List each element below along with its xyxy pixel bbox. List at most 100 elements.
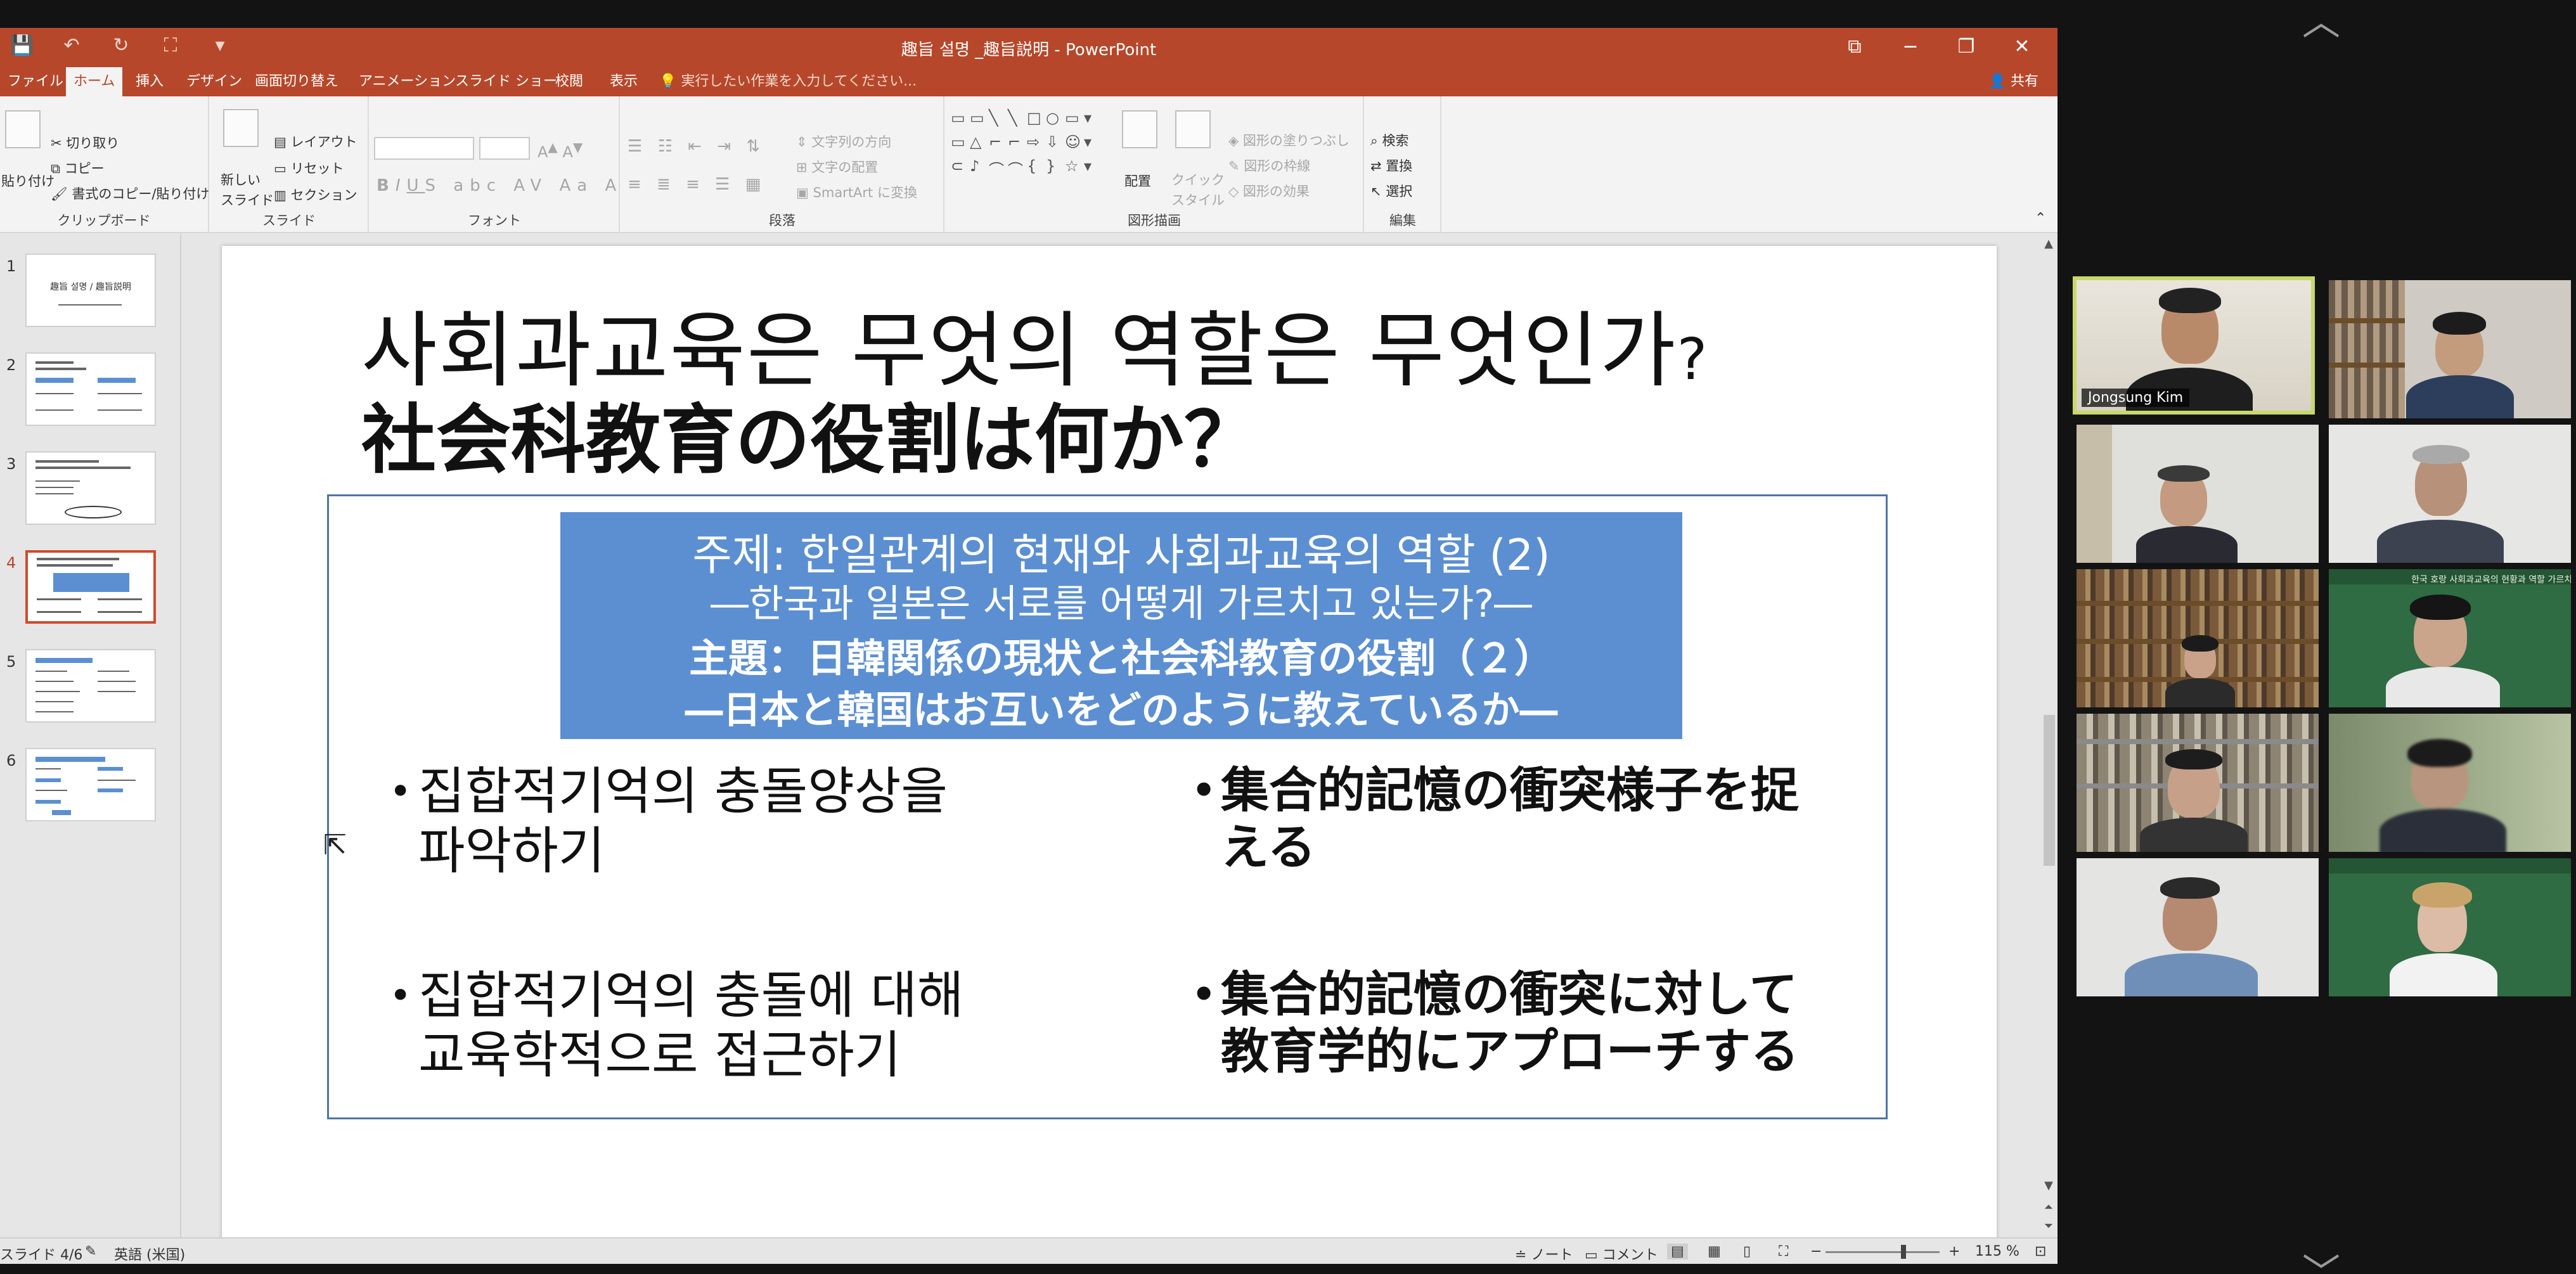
new-slide-icon[interactable] (223, 109, 259, 147)
paste-label[interactable]: 貼り付け (1, 171, 55, 190)
align-text-button[interactable]: ⊞ 文字の配置 (796, 157, 878, 176)
tab-home[interactable]: ホーム (66, 67, 123, 96)
restore-button[interactable]: ❐ (1938, 30, 1994, 63)
text-direction-button[interactable]: ⇕ 文字列の方向 (796, 132, 891, 151)
thumbnail-row[interactable]: 2 (0, 352, 175, 441)
bullet-ko-1[interactable]: • 집합적기억의 충돌양상을 파악하기 (389, 762, 948, 881)
list-indent-icons[interactable]: ☰ ☷ ⇤ ⇥ ⇅ (628, 137, 765, 156)
ribbon-display-icon[interactable]: ⧉ (1827, 30, 1883, 63)
zoom-in-button[interactable]: + (1948, 1244, 1960, 1259)
shape-outline-button[interactable]: ✎ 図形の枠線 (1228, 156, 1310, 175)
scroll-up-icon[interactable]: ▲ (2041, 237, 2056, 250)
bullet-ja-1[interactable]: • 集合的記憶の衝突様子を捉 える (1192, 762, 1799, 876)
tab-file[interactable]: ファイル (0, 67, 71, 96)
quick-styles-icon[interactable] (1175, 110, 1211, 148)
shapes-gallery[interactable]: ▭ ▭ ╲ ╲ □ ○ ▭ ▾ ▭ △ ⌐ ⌐ ⇨ ⇩ ☺ ▾ ⊂ ♪ ⌒ ⌒{} ☆ ▾ (951, 109, 1103, 180)
chevron-up-icon[interactable]: ︿ (2302, 0, 2340, 46)
zoom-level[interactable]: 115 % (1975, 1244, 2019, 1259)
video-tile[interactable]: 한국 호랑 사회과교육의 현황과 역할 가르치는가 (2329, 569, 2571, 707)
share-button[interactable]: 👤 共有 (1989, 67, 2038, 96)
tell-me-search[interactable]: 💡 実行したい作業を入力してください... (659, 67, 917, 96)
slide-title-japanese[interactable]: 社会科教育の役割は何か？ (361, 379, 1259, 487)
thumbnail-row[interactable]: 5 (0, 649, 175, 738)
language-indicator[interactable]: 英語 (米国) (114, 1244, 185, 1264)
minimize-button[interactable]: − (1883, 30, 1938, 63)
slide-thumbnail[interactable] (25, 550, 156, 624)
font-name-input[interactable] (374, 137, 474, 160)
zoom-slider[interactable] (1826, 1251, 1940, 1253)
arrange-label[interactable]: 配置 (1124, 171, 1151, 190)
slide-thumbnail[interactable] (25, 649, 156, 723)
video-tile[interactable] (2077, 714, 2319, 852)
comments-button[interactable]: ▭ コメント (1585, 1244, 1658, 1264)
video-tile[interactable] (2329, 714, 2571, 852)
shape-effects-button[interactable]: ◇ 図形の効果 (1228, 181, 1310, 200)
bullet-ja-2[interactable]: • 集合的記憶の衝突に対して 教育学的にアプローチする (1192, 966, 1799, 1080)
drawing-group: ▭ ▭ ╲ ╲ □ ○ ▭ ▾ ▭ △ ⌐ ⌐ ⇨ ⇩ ☺ ▾ ⊂ ♪ ⌒ ⌒{} ☆ ▾ 配置 クイック スタイル … (946, 96, 1364, 233)
cut-button[interactable]: ✂ 切り取り (51, 133, 119, 152)
zoom-out-button[interactable]: − (1810, 1244, 1822, 1259)
tab-insert[interactable]: 挿入 (128, 67, 171, 96)
tab-transitions[interactable]: 画面切り替え (247, 67, 346, 96)
align-icons[interactable]: ≡ ≣ ≡ ☰ ▦ (628, 175, 766, 194)
new-slide-label[interactable]: 新しい スライド (221, 170, 274, 210)
paste-icon[interactable] (5, 110, 41, 148)
font-size-input[interactable] (479, 137, 530, 160)
editing-group-label: 編集 (1389, 213, 1416, 228)
layout-button[interactable]: ▤ レイアウト (274, 132, 357, 151)
section-button[interactable]: ▥ セクション (274, 185, 357, 204)
select-button[interactable]: ↖ 選択 (1370, 181, 1412, 200)
thumbnail-row[interactable]: 3 (0, 451, 175, 540)
video-tile[interactable] (2077, 425, 2319, 563)
tab-review[interactable]: 校閲 (548, 67, 591, 96)
slide-sorter-icon[interactable]: ▦ (1708, 1244, 1721, 1259)
video-tile[interactable] (2077, 569, 2319, 707)
tab-animations[interactable]: アニメーション (351, 67, 463, 96)
tab-view[interactable]: 表示 (602, 67, 645, 96)
quick-styles-label[interactable]: クイック スタイル (1171, 170, 1225, 210)
thumbnail-row[interactable]: 6 (0, 748, 175, 837)
topic-box[interactable]: 주제: 한일관계의 현재와 사회과교육의 역할 (2) ―한국과 일본은 서로를… (560, 512, 1682, 739)
font-format-icons[interactable]: BIUS abc AV Aa A (377, 176, 622, 195)
bullet-ko-2[interactable]: • 집합적기억의 충돌에 대해 교육학적으로 접근하기 (389, 966, 963, 1085)
previous-slide-icon[interactable]: ⏶ (2041, 1200, 2056, 1214)
video-tile[interactable] (2329, 280, 2571, 418)
video-tile[interactable] (2329, 858, 2571, 996)
slide-thumbnail[interactable] (25, 451, 156, 525)
next-slide-icon[interactable]: ⏷ (2041, 1219, 2056, 1233)
tab-design[interactable]: デザイン (179, 67, 250, 96)
arrange-icon[interactable] (1122, 110, 1157, 148)
chevron-down-icon[interactable]: ﹀ (2302, 1242, 2340, 1274)
thumbnail-row[interactable]: 1 趣旨 설명 / 趣旨説明 (0, 254, 175, 342)
section-label: セクション (290, 188, 357, 203)
format-painter-button[interactable]: 🖌 書式のコピー/貼り付け (51, 184, 209, 203)
copy-button[interactable]: ⧉ コピー (51, 158, 105, 177)
close-button[interactable]: ✕ (1994, 30, 2050, 63)
normal-view-icon[interactable]: ▤ (1667, 1244, 1688, 1259)
vertical-scrollbar[interactable]: ▲ ▼ ⏶ ⏷ (2041, 235, 2056, 1246)
shape-fill-button[interactable]: ◈ 図形の塗りつぶし (1228, 131, 1349, 150)
thumbnail-row[interactable]: 4 (0, 550, 175, 639)
slide[interactable]: 사회과교육은 무엇의 역할은 무엇인가? 社会科教育の役割は何か？ 주제: 한일… (222, 246, 1997, 1245)
pane-divider[interactable] (180, 235, 181, 1261)
video-tile-speaker[interactable]: Jongsung Kim (2073, 276, 2315, 415)
font-grow-icon[interactable]: A▲ A▼ (538, 139, 583, 161)
video-tile[interactable] (2077, 858, 2319, 996)
reading-view-icon[interactable]: ▯ (1743, 1244, 1751, 1259)
fit-to-window-icon[interactable]: ⊡ (2035, 1244, 2046, 1259)
slide-thumbnail[interactable]: 趣旨 설명 / 趣旨説明 (25, 254, 156, 327)
notes-button[interactable]: ≐ ノート (1515, 1244, 1573, 1264)
reset-button[interactable]: ▭ リセット (274, 158, 344, 177)
slideshow-view-icon[interactable]: ⛶ (1779, 1244, 1788, 1259)
scroll-down-icon[interactable]: ▼ (2041, 1179, 2056, 1192)
replace-button[interactable]: ⇄ 置換 (1370, 156, 1412, 175)
slide-thumbnail[interactable] (25, 352, 156, 426)
spellcheck-icon[interactable]: ✎ (85, 1244, 96, 1259)
zoom-slider-knob[interactable] (1901, 1245, 1906, 1259)
slide-thumbnail[interactable] (25, 748, 156, 821)
collapse-ribbon-icon[interactable]: ⌃ (2035, 210, 2046, 226)
smartart-button[interactable]: ▣ SmartArt に変換 (796, 183, 917, 202)
find-button[interactable]: ⌕ 検索 (1370, 131, 1408, 150)
video-tile[interactable] (2329, 425, 2571, 563)
scrollbar-thumb[interactable] (2044, 715, 2055, 866)
